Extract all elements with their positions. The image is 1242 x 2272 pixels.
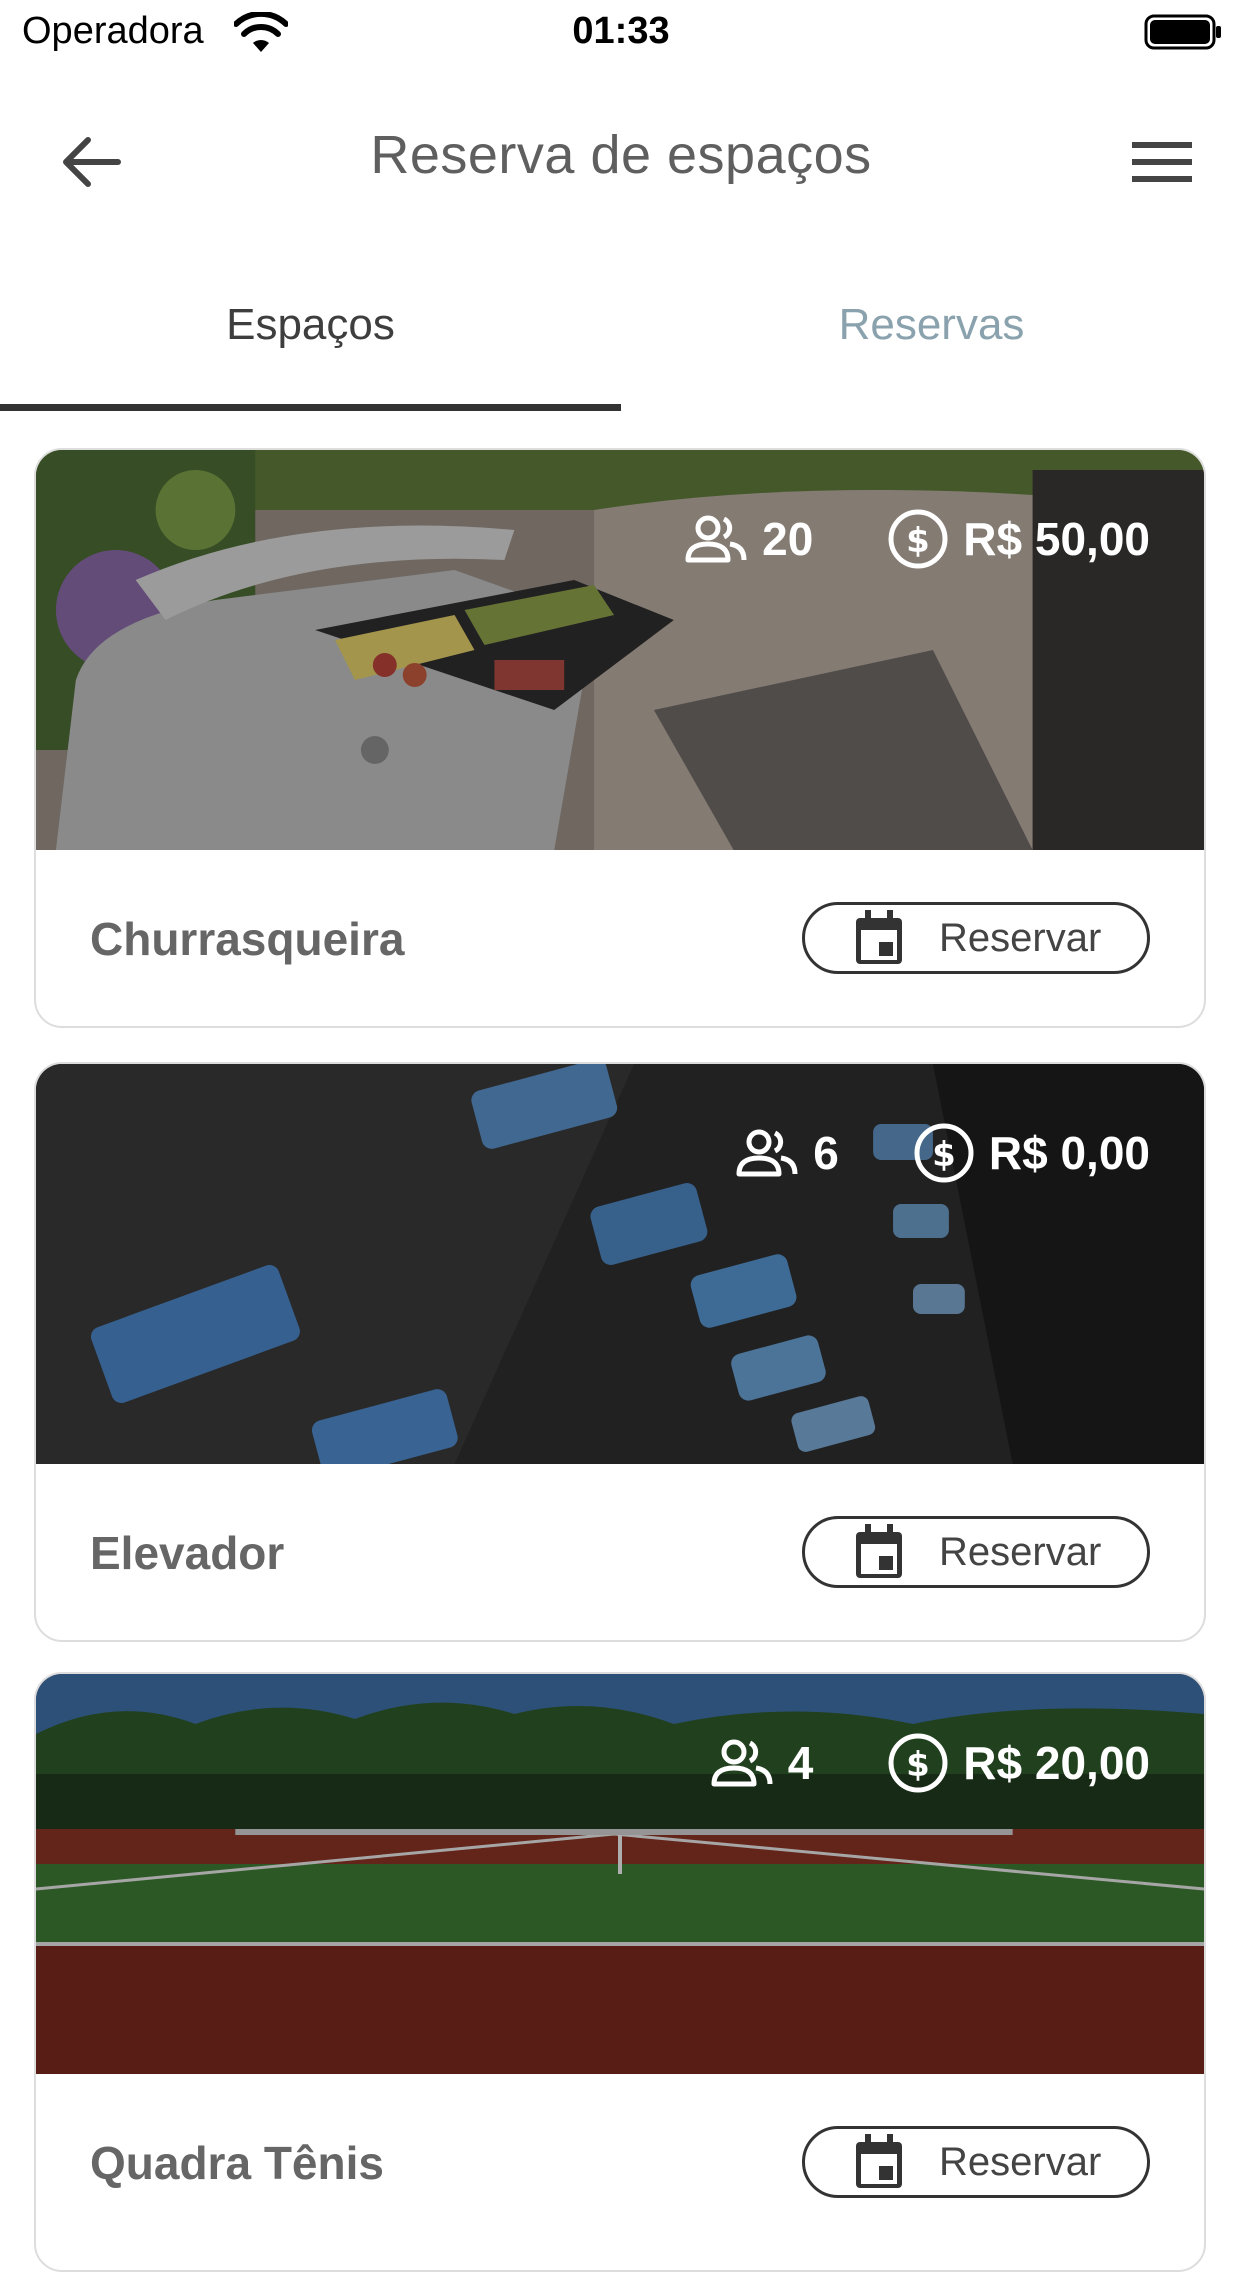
tab-indicator	[0, 404, 621, 411]
space-card: 4 $ R$ 20,00 Quadra Tênis Reservar	[34, 1672, 1206, 2272]
space-stats: 4 $ R$ 20,00	[710, 1732, 1150, 1794]
calendar-icon	[856, 1524, 902, 1578]
status-time: 01:33	[572, 10, 670, 52]
reserve-button[interactable]: Reservar	[802, 2126, 1150, 2198]
price-stat: $ R$ 20,00	[887, 1732, 1150, 1794]
capacity-value: 6	[813, 1127, 839, 1179]
space-image-barbecue: 20 $ R$ 50,00	[36, 450, 1204, 850]
capacity-stat: 20	[684, 512, 813, 566]
space-card: 6 $ R$ 0,00 Elevador Reservar	[34, 1062, 1206, 1642]
dollar-circle-icon: $	[914, 1123, 974, 1183]
dollar-circle-icon: $	[888, 509, 948, 569]
capacity-value: 20	[762, 513, 814, 565]
space-name: Elevador	[90, 1527, 285, 1579]
people-group-icon	[685, 515, 747, 563]
reserve-button-label: Reservar	[939, 2139, 1102, 2184]
calendar-icon	[856, 2134, 902, 2188]
people-group-icon	[736, 1129, 798, 1177]
price-stat: $ R$ 0,00	[913, 1122, 1150, 1184]
space-name: Quadra Tênis	[90, 2137, 384, 2189]
tab-bar: Espaços Reservas	[0, 262, 1242, 412]
space-stats: 6 $ R$ 0,00	[735, 1122, 1150, 1184]
svg-text:$: $	[906, 521, 930, 561]
card-footer: Churrasqueira Reservar	[36, 850, 1204, 1026]
card-footer: Quadra Tênis Reservar	[36, 2074, 1204, 2254]
people-group-icon	[711, 1739, 773, 1787]
menu-button[interactable]	[1124, 124, 1200, 200]
reserve-button-label: Reservar	[939, 915, 1102, 960]
price-value: R$ 20,00	[963, 1737, 1150, 1789]
reserve-button[interactable]: Reservar	[802, 1516, 1150, 1588]
capacity-stat: 6	[735, 1126, 839, 1180]
space-card: 20 $ R$ 50,00 Churrasqueira Reservar	[34, 448, 1206, 1028]
space-name: Churrasqueira	[90, 913, 405, 965]
space-image-elevator: 6 $ R$ 0,00	[36, 1064, 1204, 1464]
space-stats: 20 $ R$ 50,00	[684, 508, 1150, 570]
price-value: R$ 50,00	[963, 513, 1150, 565]
status-bar: Operadora 01:33	[0, 0, 1242, 66]
page-title: Reserva de espaços	[370, 125, 872, 185]
reserve-button[interactable]: Reservar	[802, 902, 1150, 974]
svg-text:$: $	[906, 1745, 930, 1785]
dollar-circle-icon: $	[888, 1733, 948, 1793]
reserve-button-label: Reservar	[939, 1529, 1102, 1574]
price-value: R$ 0,00	[988, 1127, 1150, 1179]
battery-icon	[1144, 14, 1221, 50]
capacity-stat: 4	[710, 1736, 814, 1790]
calendar-icon	[856, 910, 902, 964]
app-bar: Reserva de espaços	[0, 66, 1242, 246]
hamburger-menu-icon	[1132, 142, 1192, 182]
card-footer: Elevador Reservar	[36, 1464, 1204, 1640]
space-image-tennis: 4 $ R$ 20,00	[36, 1674, 1204, 2074]
tab-reservas[interactable]: Reservas	[621, 262, 1242, 408]
tab-espacos[interactable]: Espaços	[0, 262, 621, 408]
capacity-value: 4	[787, 1737, 814, 1789]
svg-text:$: $	[932, 1135, 956, 1175]
price-stat: $ R$ 50,00	[887, 508, 1150, 570]
